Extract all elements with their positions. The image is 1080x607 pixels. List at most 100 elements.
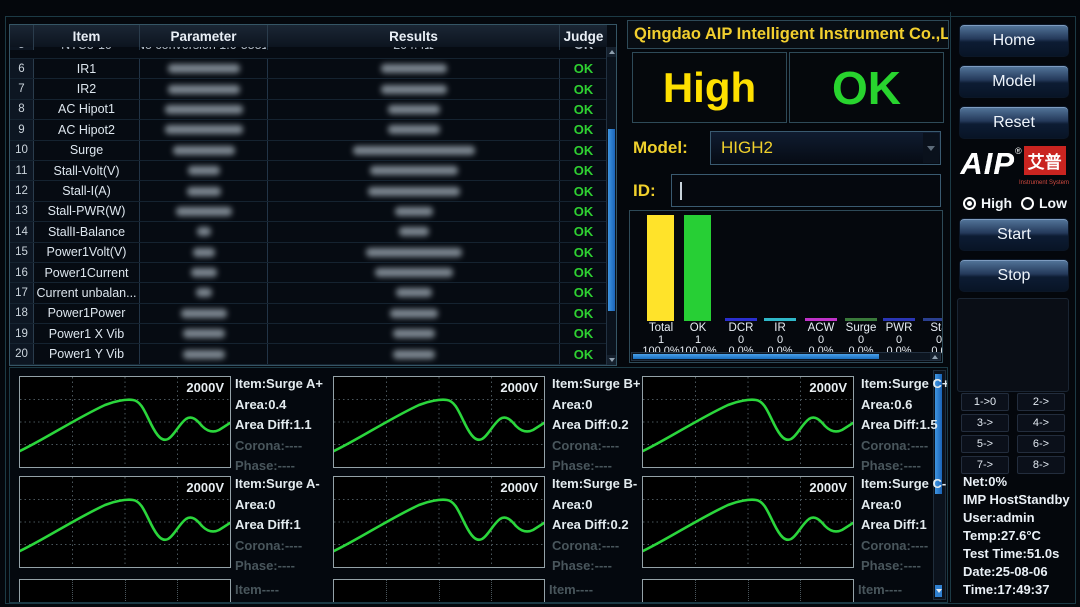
keypad-button-6[interactable]: 6-> <box>1017 435 1065 453</box>
rownum-cell: 7 <box>10 79 34 98</box>
keypad-button-8[interactable]: 8-> <box>1017 456 1065 474</box>
rownum-cell: 15 <box>10 243 34 262</box>
judge-cell: OK <box>560 79 607 98</box>
table-row[interactable]: 12Stall-I(A)OK <box>10 181 607 201</box>
table-row[interactable]: 7IR2 OK <box>10 79 607 99</box>
table-row[interactable]: 19Power1 X VibOK <box>10 324 607 344</box>
bar-column: Sta00.0 <box>919 211 943 360</box>
chart-scrollbar-thumb[interactable] <box>633 354 879 359</box>
keypad-button-2[interactable]: 2-> <box>1017 393 1065 411</box>
aip-logo: AIP®艾普 Instrument System <box>951 146 1075 194</box>
scope-info-line: Area Diff:1.1 <box>235 417 340 438</box>
radio-high[interactable]: High <box>963 195 1012 211</box>
scope-info-line: Phase:---- <box>861 558 948 579</box>
col-header-item: Item <box>34 25 140 47</box>
table-row[interactable]: 20Power1 Y VibOK <box>10 344 607 364</box>
chart-horizontal-scrollbar[interactable] <box>631 352 941 361</box>
scroll-down-icon[interactable] <box>607 355 616 365</box>
keypad-button-7[interactable]: 7-> <box>961 456 1009 474</box>
surge-scope: 2000V <box>19 476 231 568</box>
keypad-button-5[interactable]: 5-> <box>961 435 1009 453</box>
parameter-cell-redacted <box>140 141 268 160</box>
judge-cell: OK <box>560 181 607 200</box>
rownum-cell: 12 <box>10 181 34 200</box>
home-button[interactable]: Home <box>959 24 1069 57</box>
scope-clipped-frame <box>19 579 231 603</box>
parameter-cell-redacted <box>140 181 268 200</box>
keypad-button-4[interactable]: 4-> <box>1017 414 1065 432</box>
radio-low-dot[interactable] <box>1021 197 1034 210</box>
bar-column: PWR00.0% <box>879 211 919 360</box>
keypad-button-3[interactable]: 3-> <box>961 414 1009 432</box>
surge-scope: 2000V <box>333 476 545 568</box>
rownum-cell: 16 <box>10 263 34 282</box>
table-row[interactable]: 13Stall-PWR(W)OK <box>10 202 607 222</box>
results-cell-redacted <box>268 344 560 363</box>
keypad-button-1[interactable]: 1->0 <box>961 393 1009 411</box>
status-line: IMP HostStandby <box>963 492 1070 510</box>
surge-scope: 2000V <box>19 376 231 468</box>
bar-column: DCR00.0% <box>721 211 761 360</box>
rownum-cell: 13 <box>10 202 34 221</box>
scope-info-line: Corona:---- <box>861 438 948 459</box>
statistics-bar-chart: Total1100.0%OK1100.0%DCR00.0%IR00.0%ACW0… <box>629 210 943 363</box>
table-scrollbar[interactable] <box>606 47 616 365</box>
scope-voltage-label: 2000V <box>500 380 538 395</box>
id-input[interactable] <box>671 174 941 207</box>
scope-clipped-frame <box>333 579 545 603</box>
bar-label: IR <box>760 322 800 334</box>
table-row[interactable]: 11Stall-Volt(V)OK <box>10 161 607 181</box>
judge-cell: OK <box>560 222 607 241</box>
chevron-down-icon[interactable] <box>923 133 939 163</box>
table-row[interactable]: 14StallI-BalanceOK <box>10 222 607 242</box>
rownum-cell: 18 <box>10 304 34 323</box>
item-cell: IR1 <box>34 59 140 78</box>
scroll-right-icon[interactable] <box>930 353 940 360</box>
parameter-cell-redacted <box>140 79 268 98</box>
col-header-judge: Judge <box>560 25 607 47</box>
model-select[interactable]: HIGH2 <box>710 131 941 165</box>
bar-label: OK <box>678 322 718 334</box>
judge-cell: OK <box>560 344 607 363</box>
status-line: Net:0% <box>963 474 1007 492</box>
status-line: Test Time:51.0s <box>963 546 1059 564</box>
reset-button[interactable]: Reset <box>959 106 1069 139</box>
results-cell-redacted <box>268 243 560 262</box>
radio-low[interactable]: Low <box>1021 195 1067 211</box>
table-row[interactable]: 10SurgeOK <box>10 141 607 161</box>
table-row[interactable]: 16Power1CurrentOK <box>10 263 607 283</box>
judge-cell: OK <box>560 304 607 323</box>
scope-voltage-label: 2000V <box>809 380 847 395</box>
table-row-partial[interactable]: 5NTC5-10No conversion 1.0-555Ω204.4ΩOK <box>10 47 607 59</box>
bar-label: Sta <box>919 322 943 334</box>
results-cell-redacted <box>268 263 560 282</box>
results-cell-redacted <box>268 161 560 180</box>
scope-voltage-label: 2000V <box>186 480 224 495</box>
judge-cell: OK <box>560 59 607 78</box>
table-row[interactable]: 9AC Hipot2OK <box>10 120 607 140</box>
table-row[interactable]: 18Power1Power OK <box>10 304 607 324</box>
table-row[interactable]: 17Current unbalan...OK <box>10 283 607 303</box>
item-cell: Power1Power <box>34 304 140 323</box>
scope-info-line: Corona:---- <box>235 438 340 459</box>
scroll-down-icon[interactable] <box>935 585 942 597</box>
table-row[interactable]: 15Power1Volt(V)OK <box>10 243 607 263</box>
table-scrollbar-thumb[interactable] <box>608 129 615 311</box>
aip-logo-text: AIP <box>960 146 1015 181</box>
start-button[interactable]: Start <box>959 218 1069 251</box>
bar <box>684 215 711 321</box>
scope-info-line: Area:0.4 <box>235 397 340 418</box>
bar-label: DCR <box>721 322 761 334</box>
bar-column: ACW00.0% <box>801 211 841 360</box>
bar-zero-strip <box>845 318 877 321</box>
item-cell: IR2 <box>34 79 140 98</box>
table-row[interactable]: 8AC Hipot1OK <box>10 100 607 120</box>
results-cell-redacted <box>268 79 560 98</box>
radio-high-dot[interactable] <box>963 197 976 210</box>
judge-cell: OK <box>560 263 607 282</box>
company-title: Qingdao AIP Intelligent Instrument Co.,L <box>627 20 949 49</box>
model-button[interactable]: Model <box>959 65 1069 98</box>
stop-button[interactable]: Stop <box>959 259 1069 292</box>
table-row[interactable]: 6IR1OK <box>10 59 607 79</box>
scroll-up-icon[interactable] <box>607 47 616 57</box>
